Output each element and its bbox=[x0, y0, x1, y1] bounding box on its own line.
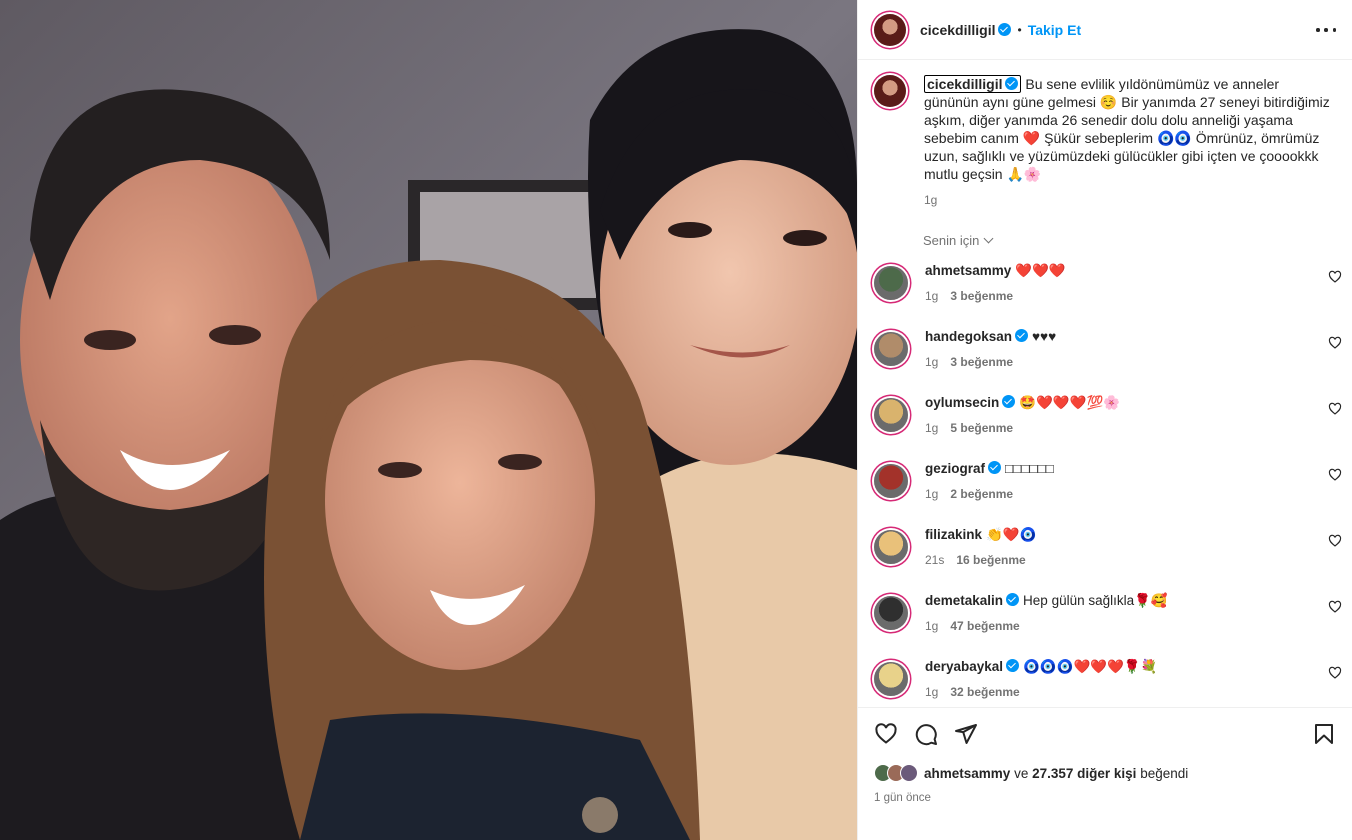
comment-item: ahmetsammy ❤️❤️❤️ 1g 3 beğenme bbox=[858, 262, 1352, 328]
comment-heart-icon[interactable] bbox=[1328, 402, 1342, 416]
comment-time: 1g bbox=[925, 289, 939, 303]
comment-heart-icon[interactable] bbox=[1328, 336, 1342, 350]
bookmark-icon[interactable] bbox=[1312, 722, 1336, 746]
comment-heart-icon[interactable] bbox=[1328, 666, 1342, 680]
commenter-username[interactable]: ahmetsammy bbox=[925, 263, 1011, 278]
post-timestamp: 1 gün önce bbox=[874, 792, 931, 804]
verified-badge-icon bbox=[998, 22, 1012, 36]
comment-text: ❤️❤️❤️ bbox=[1015, 263, 1066, 278]
comment-likes[interactable]: 3 beğenme bbox=[950, 355, 1013, 369]
comment-time: 1g bbox=[925, 487, 939, 501]
comment-text: 🧿🧿🧿❤️❤️❤️🌹💐 bbox=[1023, 659, 1158, 674]
comment-text: Hep gülün sağlıkla🌹🥰 bbox=[1023, 593, 1168, 608]
post-caption: cicekdilligil Bu sene evlilik yıldönümüm… bbox=[858, 61, 1352, 209]
post-sidebar: cicekdilligil • Takip Et cicekdilligil B… bbox=[857, 0, 1352, 840]
comment-time: 1g bbox=[925, 421, 939, 435]
comment-item: demetakalin Hep gülün sağlıkla🌹🥰 1g 47 beğe… bbox=[858, 592, 1352, 658]
liker-avatar bbox=[900, 764, 918, 782]
comment-likes[interactable]: 16 beğenme bbox=[956, 553, 1025, 567]
comment-filter-label: Senin için bbox=[923, 233, 980, 248]
commenter-username[interactable]: filizakink bbox=[925, 527, 982, 542]
comment-likes[interactable]: 5 beğenme bbox=[950, 421, 1013, 435]
commenter-username[interactable]: demetakalin bbox=[925, 593, 1020, 608]
verified-badge-icon bbox=[1015, 329, 1029, 342]
likes-summary[interactable]: ahmetsammy ve 27.357 diğer kişi beğendi bbox=[858, 760, 1352, 786]
commenter-username[interactable]: handegoksan bbox=[925, 329, 1029, 344]
comment-likes[interactable]: 3 beğenme bbox=[950, 289, 1013, 303]
comment-time: 1g bbox=[925, 355, 939, 369]
author-username[interactable]: cicekdilligil bbox=[920, 22, 1012, 38]
liker-avatars bbox=[874, 764, 918, 782]
comment-item: oylumsecin 🤩❤️❤️❤️💯🌸 1g 5 beğenme bbox=[858, 394, 1352, 460]
commenter-avatar[interactable] bbox=[874, 596, 908, 630]
verified-badge-icon bbox=[988, 461, 1002, 474]
photo-illustration bbox=[0, 0, 857, 840]
post-header: cicekdilligil • Takip Et bbox=[858, 0, 1352, 60]
comment-likes[interactable]: 2 beğenme bbox=[950, 487, 1013, 501]
comment-icon[interactable] bbox=[914, 722, 938, 746]
commenter-avatar[interactable] bbox=[874, 464, 908, 498]
action-bar bbox=[858, 708, 1352, 760]
comment-item: deryabaykal 🧿🧿🧿❤️❤️❤️🌹💐 1g 32 beğenme bbox=[858, 658, 1352, 707]
comment-time: 21s bbox=[925, 553, 945, 567]
likes-connector: ve bbox=[1014, 765, 1029, 781]
comment-item: handegoksan ♥♥♥ 1g 3 beğenme bbox=[858, 328, 1352, 394]
comment-text: □□□□□□ bbox=[1005, 461, 1054, 476]
commenter-avatar[interactable] bbox=[874, 662, 908, 696]
commenter-avatar[interactable] bbox=[874, 398, 908, 432]
heart-icon[interactable] bbox=[874, 722, 898, 746]
commenter-username[interactable]: deryabaykal bbox=[925, 659, 1020, 674]
author-avatar[interactable] bbox=[874, 13, 906, 46]
instagram-post-view: cicekdilligil • Takip Et cicekdilligil B… bbox=[0, 0, 1352, 840]
caption-username[interactable]: cicekdilligil bbox=[924, 75, 1022, 93]
likes-count[interactable]: 27.357 diğer kişi bbox=[1032, 766, 1136, 781]
comment-list: ahmetsammy ❤️❤️❤️ 1g 3 beğenme handegoksan ♥♥… bbox=[858, 262, 1352, 707]
verified-badge-icon bbox=[1006, 593, 1020, 606]
more-options-icon[interactable] bbox=[1316, 20, 1336, 40]
comment-heart-icon[interactable] bbox=[1328, 270, 1342, 284]
verified-badge-icon bbox=[1006, 659, 1020, 672]
commenter-username[interactable]: geziograf bbox=[925, 461, 1002, 476]
comment-time: 1g bbox=[925, 685, 939, 699]
commenter-username[interactable]: oylumsecin bbox=[925, 395, 1016, 410]
comment-text: ♥♥♥ bbox=[1032, 329, 1057, 344]
verified-badge-icon bbox=[1002, 395, 1016, 408]
liker-username[interactable]: ahmetsammy bbox=[924, 766, 1010, 781]
share-icon[interactable] bbox=[954, 722, 978, 746]
comment-heart-icon[interactable] bbox=[1328, 600, 1342, 614]
comment-likes[interactable]: 32 beğenme bbox=[950, 685, 1019, 699]
comment-heart-icon[interactable] bbox=[1328, 468, 1342, 482]
chevron-down-icon bbox=[983, 233, 994, 244]
comment-item: filizakink 👏❤️🧿 21s 16 beğenme bbox=[858, 526, 1352, 592]
comment-text: 👏❤️🧿 bbox=[986, 527, 1037, 542]
commenter-avatar[interactable] bbox=[874, 332, 908, 366]
commenter-avatar[interactable] bbox=[874, 530, 908, 564]
comment-time: 1g bbox=[925, 619, 939, 633]
comment-text: 🤩❤️❤️❤️💯🌸 bbox=[1019, 395, 1121, 410]
follow-button[interactable]: Takip Et bbox=[1028, 22, 1081, 38]
comments-scroll-area[interactable]: cicekdilligil Bu sene evlilik yıldönümüm… bbox=[858, 61, 1352, 707]
comment-filter-dropdown[interactable]: Senin için bbox=[923, 233, 1352, 248]
caption-author-avatar[interactable] bbox=[874, 75, 906, 107]
post-actions: ahmetsammy ve 27.357 diğer kişi beğendi … bbox=[858, 707, 1352, 804]
separator-dot: • bbox=[1017, 22, 1022, 37]
caption-time: 1g bbox=[924, 193, 938, 207]
likes-suffix: beğendi bbox=[1140, 765, 1189, 781]
commenter-avatar[interactable] bbox=[874, 266, 908, 300]
post-photo[interactable] bbox=[0, 0, 857, 840]
comment-heart-icon[interactable] bbox=[1328, 534, 1342, 548]
comment-likes[interactable]: 47 beğenme bbox=[950, 619, 1019, 633]
comment-item: geziograf □□□□□□ 1g 2 beğenme bbox=[858, 460, 1352, 526]
verified-badge-icon bbox=[1005, 77, 1019, 90]
